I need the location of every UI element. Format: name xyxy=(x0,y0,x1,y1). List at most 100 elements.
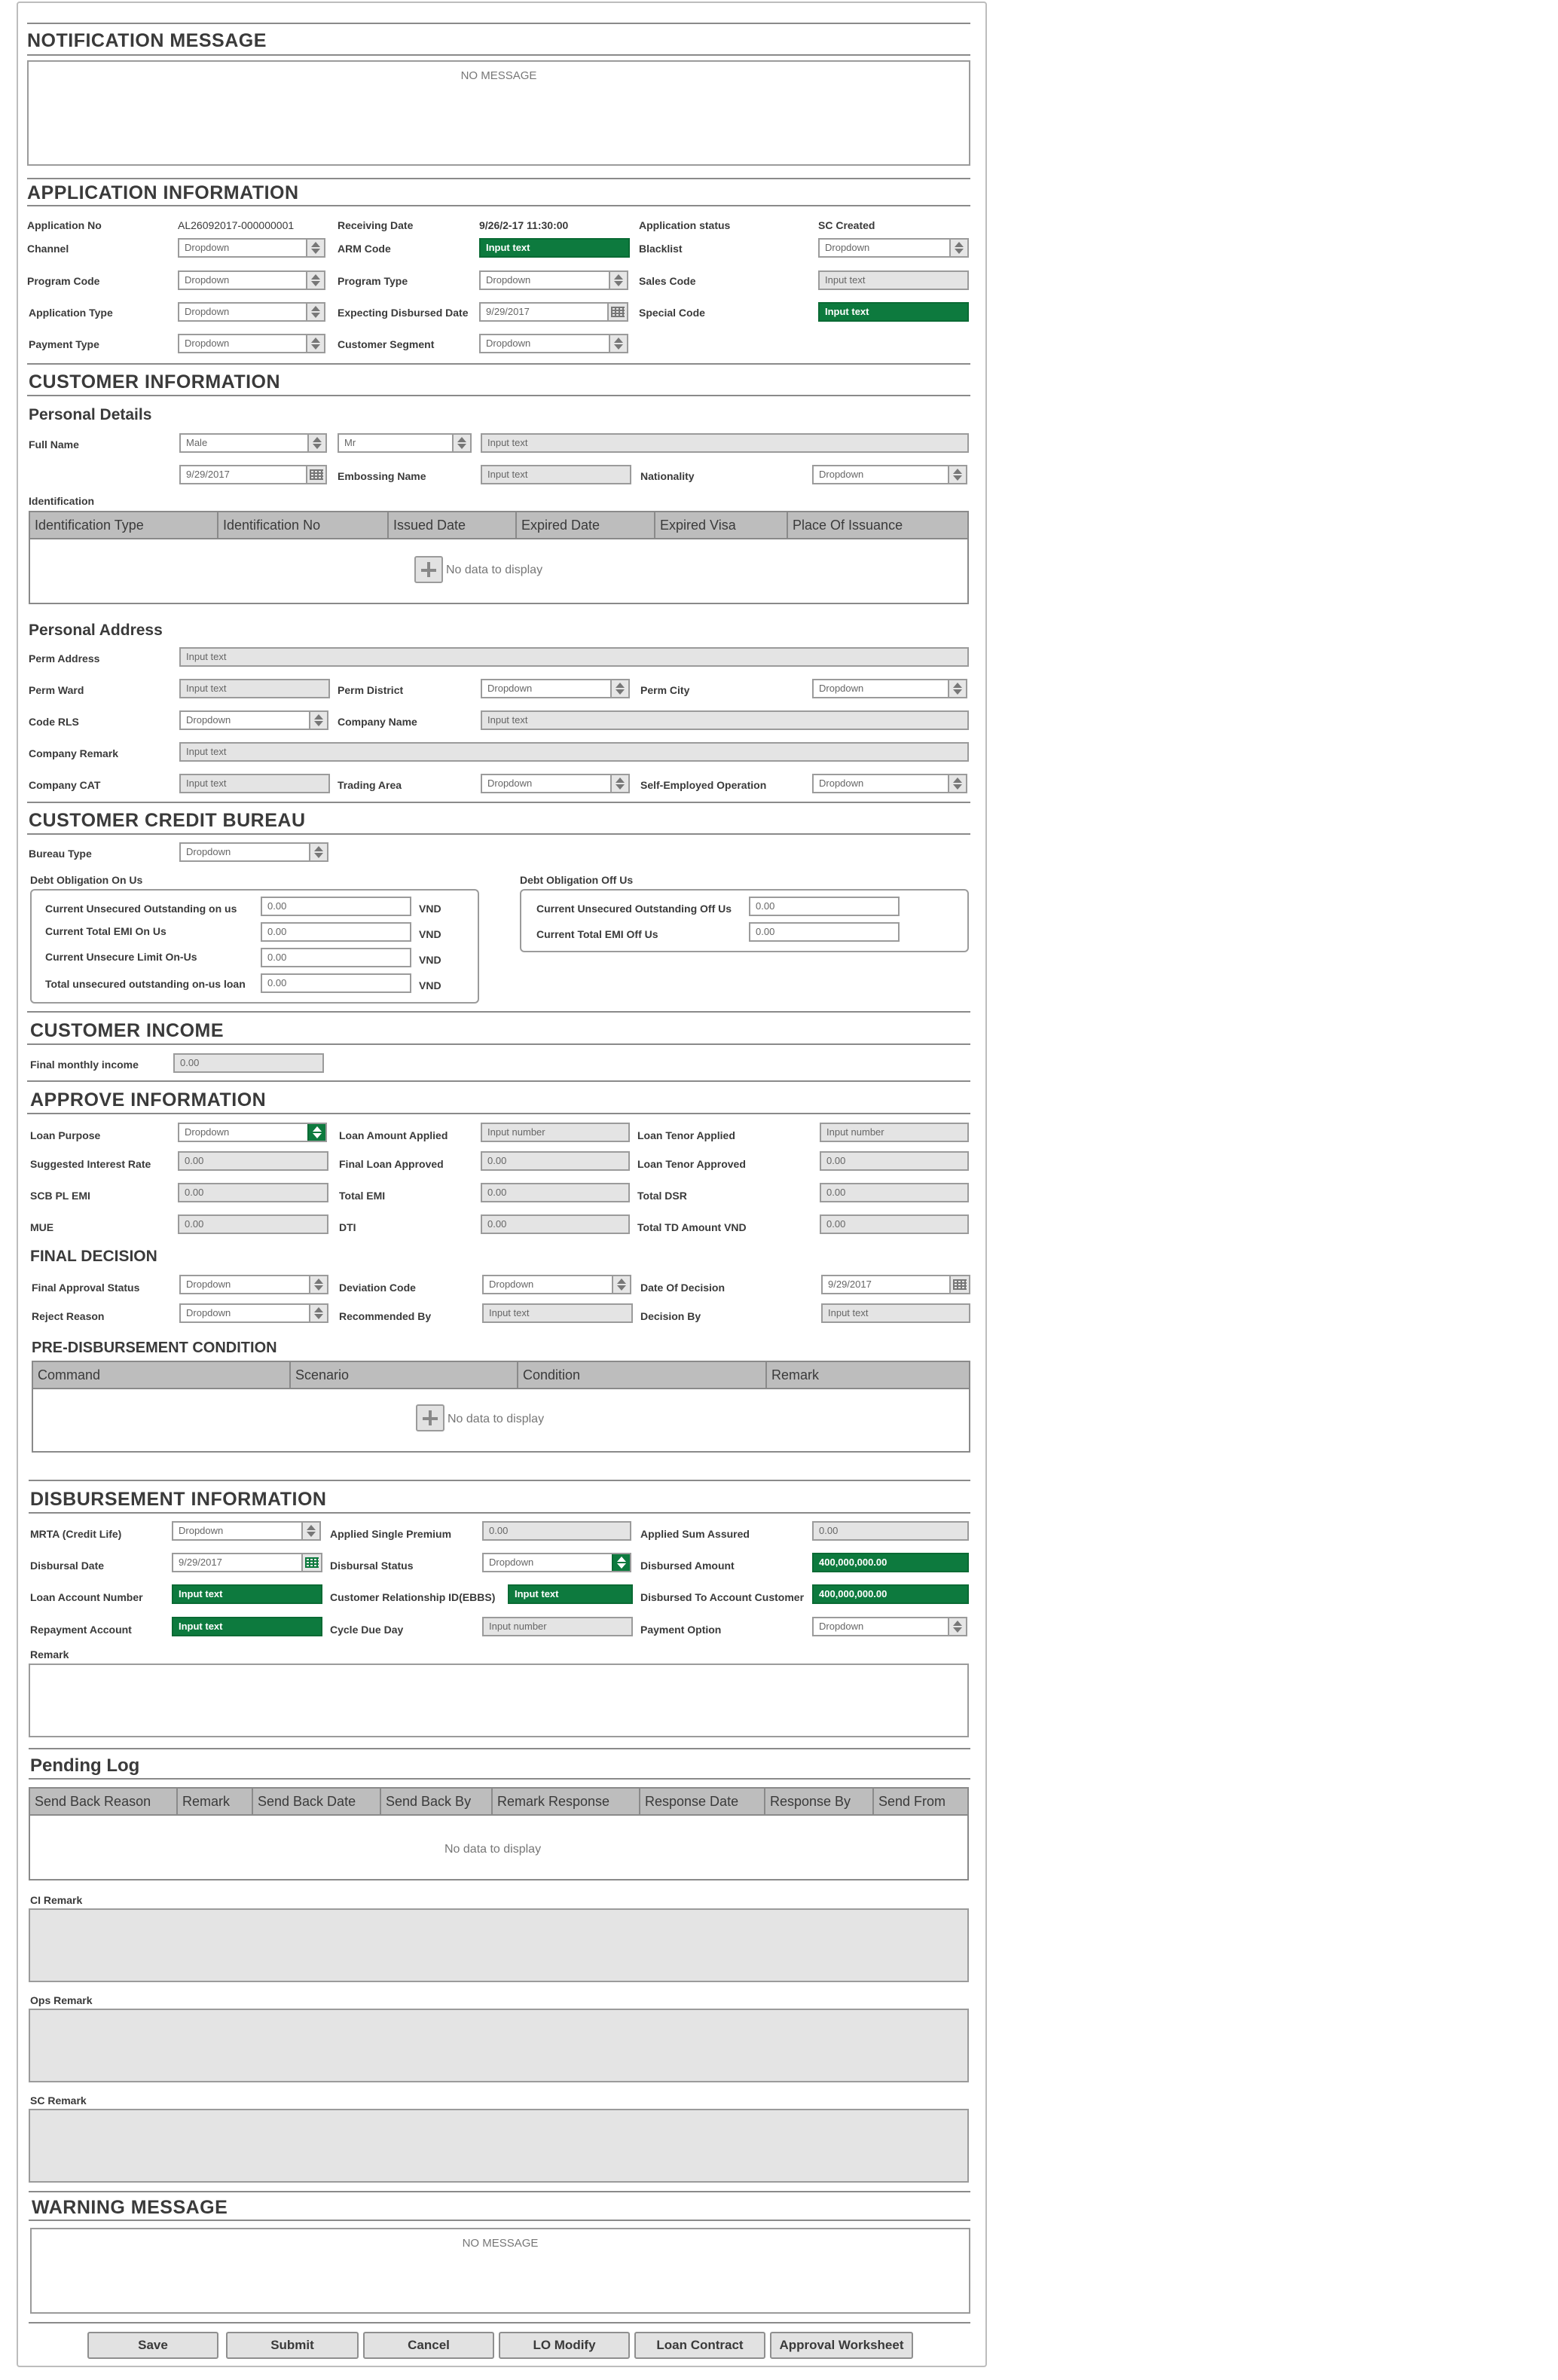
column-header[interactable]: Response By xyxy=(765,1789,874,1814)
suggested-interest-rate-input[interactable]: 0.00 xyxy=(178,1151,328,1171)
submit-button[interactable]: Submit xyxy=(226,2332,359,2359)
blacklist-dropdown[interactable]: Dropdown xyxy=(818,238,969,258)
save-button[interactable]: Save xyxy=(87,2332,218,2359)
expecting-disbursed-date-picker[interactable]: 9/29/2017 xyxy=(479,302,628,322)
embossing-name-input[interactable]: Input text xyxy=(481,465,631,484)
decision-by-input[interactable]: Input text xyxy=(821,1303,970,1323)
add-icon[interactable] xyxy=(416,1404,444,1431)
final-loan-approved-input[interactable]: 0.00 xyxy=(481,1151,630,1171)
column-header[interactable]: Remark xyxy=(767,1362,969,1388)
spinner-icon[interactable] xyxy=(610,680,628,697)
application-type-dropdown[interactable]: Dropdown xyxy=(178,302,325,322)
ci-remark-textarea[interactable] xyxy=(29,1908,969,1982)
disbursed-amount-input[interactable]: 400,000,000.00 xyxy=(812,1553,969,1572)
spinner-icon[interactable] xyxy=(309,1276,327,1293)
on-us-total-loan-input[interactable]: 0.00 xyxy=(261,973,411,993)
total-emi-input[interactable]: 0.00 xyxy=(481,1183,630,1202)
applied-single-premium-input[interactable]: 0.00 xyxy=(482,1521,631,1541)
final-monthly-income-input[interactable]: 0.00 xyxy=(173,1053,324,1073)
lo-modify-button[interactable]: LO Modify xyxy=(499,2332,630,2359)
bureau-type-dropdown[interactable]: Dropdown xyxy=(179,842,328,862)
spinner-icon[interactable] xyxy=(948,466,966,483)
calendar-icon[interactable] xyxy=(301,1554,321,1571)
loan-amount-applied-input[interactable]: Input number xyxy=(481,1123,630,1142)
spinner-icon[interactable] xyxy=(309,712,327,729)
perm-ward-input[interactable]: Input text xyxy=(179,679,330,698)
dob-date-picker[interactable]: 9/29/2017 xyxy=(179,465,327,484)
remark-textarea[interactable] xyxy=(29,1664,969,1737)
disbursal-status-dropdown[interactable]: Dropdown xyxy=(482,1553,631,1572)
company-name-input[interactable]: Input text xyxy=(481,710,969,730)
spinner-icon[interactable] xyxy=(949,240,967,256)
column-header[interactable]: Send Back By xyxy=(381,1789,493,1814)
add-icon[interactable] xyxy=(414,556,443,583)
spinner-icon[interactable] xyxy=(948,680,966,697)
column-header[interactable]: Send Back Reason xyxy=(30,1789,178,1814)
spinner-icon[interactable] xyxy=(306,335,324,352)
calendar-icon[interactable] xyxy=(306,466,325,483)
off-us-total-emi-input[interactable]: 0.00 xyxy=(749,922,900,942)
spinner-icon[interactable] xyxy=(612,1554,630,1571)
column-header[interactable]: Condition xyxy=(518,1362,767,1388)
column-header[interactable]: Expired Date xyxy=(517,512,655,538)
program-code-dropdown[interactable]: Dropdown xyxy=(178,270,325,290)
spinner-icon[interactable] xyxy=(309,844,327,860)
sales-code-input[interactable]: Input text xyxy=(818,270,969,290)
code-rls-dropdown[interactable]: Dropdown xyxy=(179,710,328,730)
spinner-icon[interactable] xyxy=(609,335,627,352)
disbursed-to-account-input[interactable]: 400,000,000.00 xyxy=(812,1584,969,1604)
perm-district-dropdown[interactable]: Dropdown xyxy=(481,679,630,698)
channel-dropdown[interactable]: Dropdown xyxy=(178,238,325,258)
spinner-icon[interactable] xyxy=(948,1618,966,1635)
spinner-icon[interactable] xyxy=(306,240,324,256)
spinner-icon[interactable] xyxy=(452,435,470,451)
mrta-dropdown[interactable]: Dropdown xyxy=(172,1521,321,1541)
dti-input[interactable]: 0.00 xyxy=(481,1214,630,1234)
perm-address-input[interactable]: Input text xyxy=(179,647,969,667)
ops-remark-textarea[interactable] xyxy=(29,2009,969,2082)
total-dsr-input[interactable]: 0.00 xyxy=(820,1183,969,1202)
column-header[interactable]: Response Date xyxy=(640,1789,765,1814)
self-employed-dropdown[interactable]: Dropdown xyxy=(812,774,967,793)
loan-tenor-approved-input[interactable]: 0.00 xyxy=(820,1151,969,1171)
spinner-icon[interactable] xyxy=(309,1305,327,1321)
disbursal-date-picker[interactable]: 9/29/2017 xyxy=(172,1553,322,1572)
column-header[interactable]: Expired Visa xyxy=(655,512,788,538)
recommended-by-input[interactable]: Input text xyxy=(482,1303,633,1323)
cycle-due-day-input[interactable]: Input number xyxy=(482,1617,633,1636)
customer-segment-dropdown[interactable]: Dropdown xyxy=(479,334,628,353)
scb-pl-emi-input[interactable]: 0.00 xyxy=(178,1183,328,1202)
cancel-button[interactable]: Cancel xyxy=(363,2332,494,2359)
deviation-code-dropdown[interactable]: Dropdown xyxy=(482,1275,631,1294)
total-td-amount-input[interactable]: 0.00 xyxy=(820,1214,969,1234)
full-name-input[interactable]: Input text xyxy=(481,433,969,453)
perm-city-dropdown[interactable]: Dropdown xyxy=(812,679,967,698)
date-of-decision-picker[interactable]: 9/29/2017 xyxy=(821,1275,970,1294)
spinner-icon[interactable] xyxy=(306,304,324,320)
off-us-outstanding-input[interactable]: 0.00 xyxy=(749,897,900,916)
approval-worksheet-button[interactable]: Approval Worksheet xyxy=(770,2332,913,2359)
spinner-icon[interactable] xyxy=(307,435,325,451)
applied-sum-assured-input[interactable]: 0.00 xyxy=(812,1521,969,1541)
repayment-account-input[interactable]: Input text xyxy=(172,1617,322,1636)
spinner-icon[interactable] xyxy=(307,1124,325,1141)
final-approval-status-dropdown[interactable]: Dropdown xyxy=(179,1275,328,1294)
reject-reason-dropdown[interactable]: Dropdown xyxy=(179,1303,328,1323)
trading-area-dropdown[interactable]: Dropdown xyxy=(481,774,630,793)
column-header[interactable]: Send Back Date xyxy=(253,1789,381,1814)
arm-code-input[interactable]: Input text xyxy=(479,238,630,258)
payment-type-dropdown[interactable]: Dropdown xyxy=(178,334,325,353)
column-header[interactable]: Remark xyxy=(178,1789,253,1814)
calendar-icon[interactable] xyxy=(607,304,627,320)
spinner-icon[interactable] xyxy=(610,775,628,792)
column-header[interactable]: Command xyxy=(33,1362,291,1388)
nationality-dropdown[interactable]: Dropdown xyxy=(812,465,967,484)
column-header[interactable]: Place Of Issuance xyxy=(788,512,967,538)
column-header[interactable]: Identification Type xyxy=(30,512,218,538)
mue-input[interactable]: 0.00 xyxy=(178,1214,328,1234)
column-header[interactable]: Issued Date xyxy=(389,512,517,538)
loan-purpose-dropdown[interactable]: Dropdown xyxy=(178,1123,327,1142)
company-remark-input[interactable]: Input text xyxy=(179,742,969,762)
loan-contract-button[interactable]: Loan Contract xyxy=(634,2332,765,2359)
spinner-icon[interactable] xyxy=(948,775,966,792)
